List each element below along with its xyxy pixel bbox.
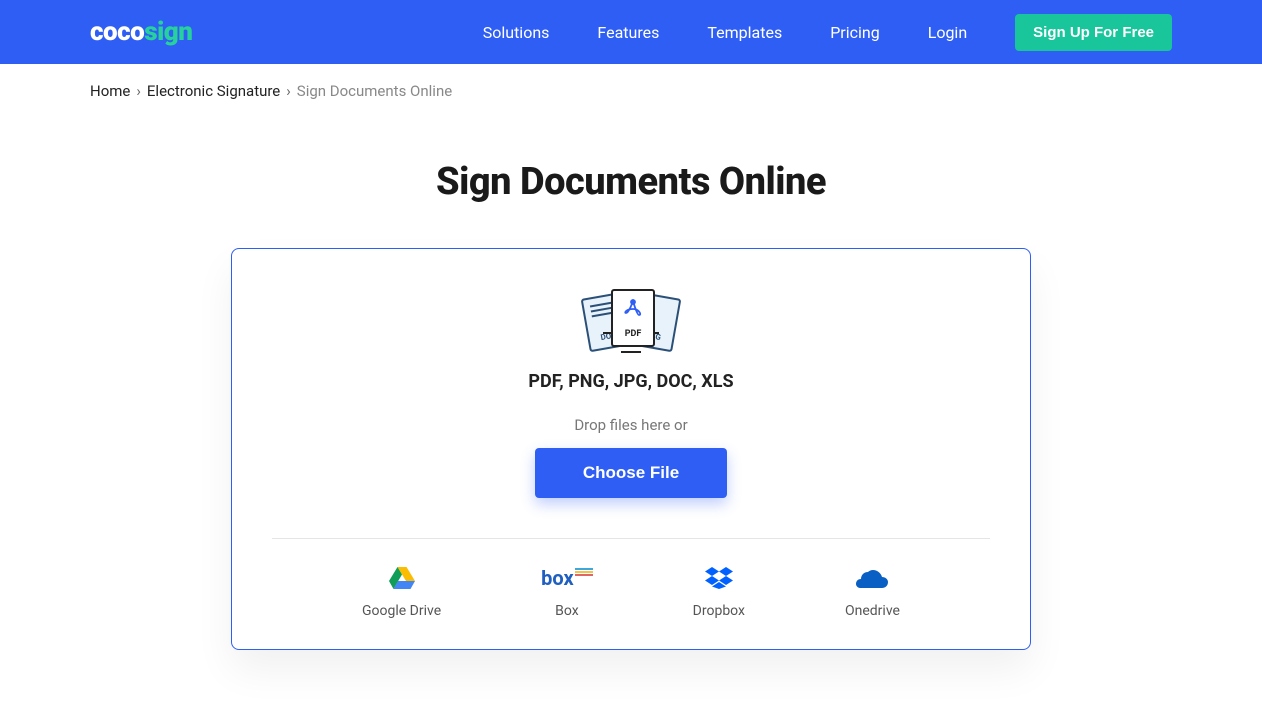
breadcrumb-current: Sign Documents Online (297, 82, 452, 100)
chevron-right-icon: › (286, 82, 291, 100)
nav-templates[interactable]: Templates (707, 23, 782, 42)
onedrive-icon (856, 567, 888, 589)
box-icon: box (541, 567, 593, 589)
provider-label: Onedrive (845, 603, 900, 619)
breadcrumb-electronic-signature[interactable]: Electronic Signature (147, 82, 280, 100)
cloud-providers: Google Drive box Box Dropbox (272, 567, 990, 619)
provider-google-drive[interactable]: Google Drive (362, 567, 441, 619)
divider (272, 538, 990, 539)
provider-label: Dropbox (693, 603, 745, 619)
provider-dropbox[interactable]: Dropbox (693, 567, 745, 619)
logo-coco: coco (90, 17, 144, 47)
chevron-right-icon: › (136, 82, 141, 100)
logo[interactable]: cocosign (90, 17, 192, 47)
supported-formats: PDF, PNG, JPG, DOC, XLS (272, 371, 990, 392)
nav-right: Solutions Features Templates Pricing Log… (483, 14, 1172, 51)
google-drive-icon (389, 567, 415, 589)
drop-instruction: Drop files here or (272, 416, 990, 434)
provider-label: Google Drive (362, 603, 441, 619)
page-title: Sign Documents Online (0, 160, 1262, 204)
breadcrumb-home[interactable]: Home (90, 82, 130, 100)
nav-pricing[interactable]: Pricing (830, 23, 880, 42)
nav-solutions[interactable]: Solutions (483, 23, 550, 42)
provider-label: Box (555, 603, 579, 619)
provider-onedrive[interactable]: Onedrive (845, 567, 900, 619)
nav-login[interactable]: Login (928, 23, 967, 42)
dropbox-icon (705, 567, 733, 589)
logo-sign: sign (144, 17, 192, 47)
provider-box[interactable]: box Box (541, 567, 593, 619)
document-types-icon: PDF (581, 289, 681, 353)
upload-card: PDF PDF, PNG, JPG, DOC, XLS Drop files h… (231, 248, 1031, 650)
signup-button[interactable]: Sign Up For Free (1015, 14, 1172, 51)
choose-file-button[interactable]: Choose File (535, 448, 727, 498)
breadcrumb: Home › Electronic Signature › Sign Docum… (0, 64, 1262, 118)
main-header: cocosign Solutions Features Templates Pr… (0, 0, 1262, 64)
nav-features[interactable]: Features (597, 23, 659, 42)
